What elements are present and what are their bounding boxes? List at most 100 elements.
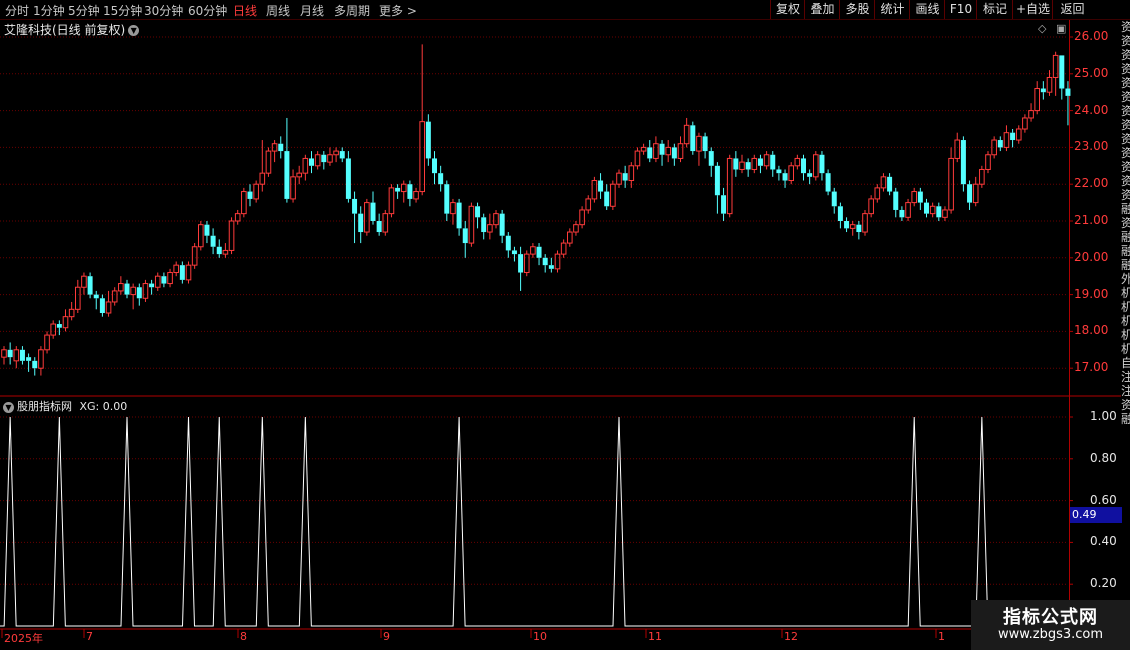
candle-body xyxy=(801,158,806,174)
candle-body xyxy=(622,173,628,181)
candle-body xyxy=(745,162,751,170)
candle-body xyxy=(204,224,210,236)
candle-body xyxy=(763,154,770,167)
tool-multi-stock-button[interactable]: 多股 xyxy=(839,0,875,19)
candle-body xyxy=(979,168,985,185)
candle-body xyxy=(985,154,991,170)
candlestick-chart[interactable] xyxy=(0,0,1130,650)
cursor-value-box: 0.49 xyxy=(1070,507,1122,523)
logo-url: www.zbgs3.com xyxy=(997,627,1104,642)
period-weekly[interactable]: 周线 xyxy=(266,2,290,19)
date-tick-label: 12 xyxy=(784,630,798,643)
candle-body xyxy=(523,253,530,274)
candle-body xyxy=(1,349,7,358)
candle-body xyxy=(400,183,407,193)
xg-signal-line xyxy=(0,416,1068,627)
diamond-icon[interactable]: ◇ xyxy=(1038,22,1046,35)
candle-body xyxy=(936,206,942,218)
right-info-panel[interactable]: 资资资资资资资资资资资资资融资融融融外机机机机机自注注资融 xyxy=(1121,20,1130,650)
period-more[interactable]: 更多 > xyxy=(379,2,417,19)
candle-body xyxy=(370,202,376,221)
candle-body xyxy=(234,213,241,222)
candle-body xyxy=(271,143,278,152)
candle-body xyxy=(309,158,314,166)
candle-body xyxy=(154,275,161,288)
candle-body xyxy=(7,349,13,358)
candle-body xyxy=(991,139,997,156)
candle-body xyxy=(751,157,758,170)
candle-body xyxy=(893,191,899,210)
date-tick-label: 7 xyxy=(86,630,93,643)
candle-body xyxy=(813,154,819,178)
chevron-down-icon[interactable]: ▼ xyxy=(3,401,14,413)
candle-body xyxy=(757,158,763,166)
logo-title: 指标公式网 xyxy=(1003,607,1098,628)
period-intraday[interactable]: 分时 xyxy=(5,2,29,19)
candle-body xyxy=(929,205,936,215)
tool-mark-button[interactable]: 标记 xyxy=(976,0,1013,19)
period-multi[interactable]: 多周期 xyxy=(334,2,370,19)
candle-body xyxy=(1034,88,1041,112)
candle-body xyxy=(124,283,130,295)
indicator-title[interactable]: ▼ 股朋指标网 XG: 0.00 xyxy=(3,398,127,414)
watermark-logo: 指标公式网 www.zbgs3.com xyxy=(971,600,1130,650)
tool-draw-button[interactable]: 画线 xyxy=(909,0,945,19)
candle-body xyxy=(967,184,973,203)
period-1min[interactable]: 1分钟 xyxy=(33,2,65,19)
candle-body xyxy=(634,150,641,167)
tool-adjust-button[interactable]: 复权 xyxy=(770,0,805,19)
candle-body xyxy=(726,157,733,215)
candle-body xyxy=(247,191,253,199)
candle-body xyxy=(665,146,672,156)
candle-body xyxy=(382,213,389,233)
chevron-down-icon[interactable]: ▼ xyxy=(128,25,140,36)
candle-body xyxy=(26,357,32,361)
period-30min[interactable]: 30分钟 xyxy=(144,2,183,19)
candle-body xyxy=(191,246,198,266)
price-tick-label: 25.00 xyxy=(1074,65,1109,80)
candle-body xyxy=(721,195,727,214)
indicator-tick-label: 0.20 xyxy=(1090,576,1117,591)
candle-body xyxy=(111,290,118,303)
candle-body xyxy=(339,151,345,159)
candle-body xyxy=(972,183,979,204)
candle-body xyxy=(296,172,302,178)
candle-body xyxy=(837,206,843,221)
candle-body xyxy=(690,125,696,152)
candle-body xyxy=(905,202,911,218)
candle-body xyxy=(105,301,112,314)
date-tick-label: 8 xyxy=(240,630,247,643)
date-tick-label: 1 xyxy=(938,630,945,643)
candle-body xyxy=(278,143,284,152)
candle-body xyxy=(554,253,561,270)
period-60min[interactable]: 60分钟 xyxy=(188,2,227,19)
candle-body xyxy=(733,158,739,170)
candle-body xyxy=(462,228,468,244)
candle-body xyxy=(610,183,616,207)
tool-stats-button[interactable]: 统计 xyxy=(874,0,910,19)
tool-back-button[interactable]: 返回 xyxy=(1052,0,1092,19)
period-daily[interactable]: 日线 xyxy=(233,2,257,19)
candle-body xyxy=(677,143,684,159)
tool-f10-button[interactable]: F10 xyxy=(944,0,977,19)
candle-body xyxy=(475,206,481,218)
date-tick-label: 2025年 xyxy=(4,632,43,645)
chart-title[interactable]: 艾隆科技(日线 前复权) ▼ xyxy=(4,21,140,38)
period-15min[interactable]: 15分钟 xyxy=(103,2,142,19)
candle-body xyxy=(130,286,136,296)
period-monthly[interactable]: 月线 xyxy=(300,2,324,19)
candle-body xyxy=(585,198,592,211)
period-5min[interactable]: 5分钟 xyxy=(68,2,100,19)
candle-body xyxy=(628,165,635,182)
candle-body xyxy=(259,172,266,185)
tool-overlay-button[interactable]: 叠加 xyxy=(804,0,840,19)
candle-body xyxy=(118,283,124,292)
candle-body xyxy=(819,154,825,174)
tool-add-watchlist-button[interactable]: +自选 xyxy=(1012,0,1053,19)
candle-body xyxy=(50,323,57,336)
window-icon[interactable]: ▣ xyxy=(1056,22,1066,35)
candle-body xyxy=(948,157,954,211)
candle-body xyxy=(425,121,431,159)
candle-body xyxy=(352,198,358,214)
candle-body xyxy=(358,213,364,233)
